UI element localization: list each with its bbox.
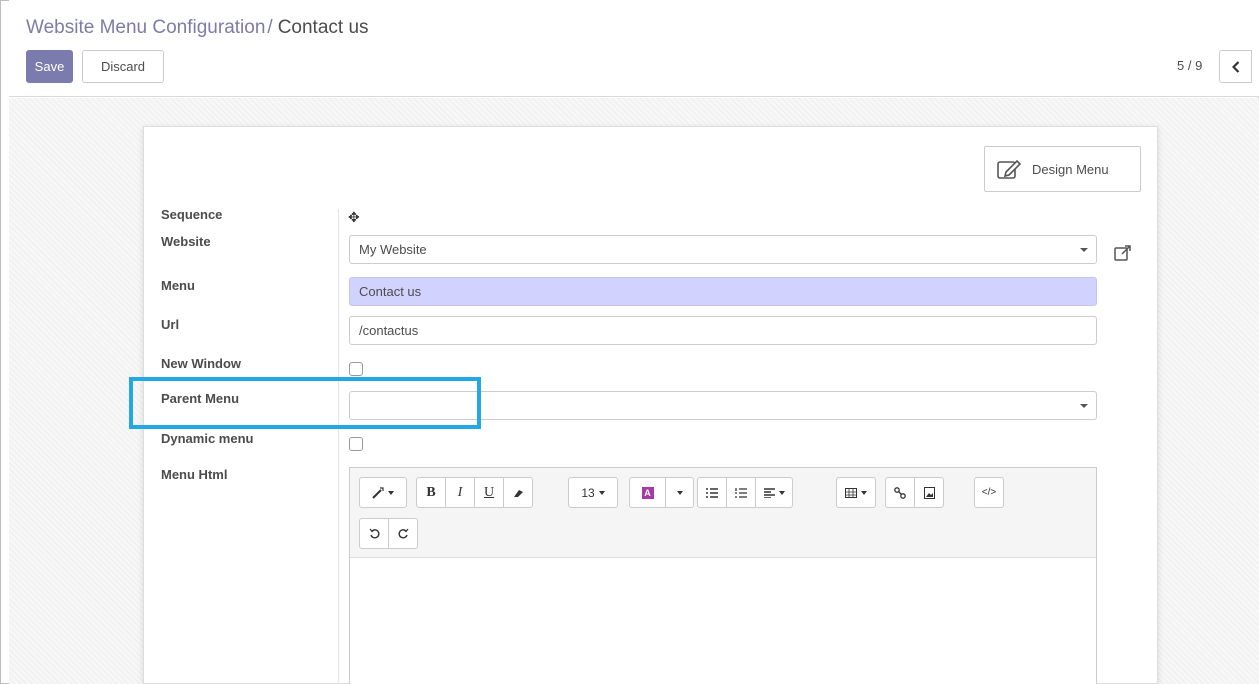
style-dropdown-button[interactable] [359,477,407,508]
image-icon [923,486,935,499]
editor-toolbar: B I U 13 A </> [350,468,1096,558]
pager-value[interactable]: 5 / 9 [1177,58,1202,73]
underline-button[interactable]: U [474,477,504,508]
parent-menu-select[interactable] [349,391,1097,420]
url-input[interactable]: /contactus [349,316,1097,345]
edit-icon [997,159,1022,179]
breadcrumb: Website Menu Configuration / Contact us [26,17,369,39]
editor-content-area[interactable] [350,559,1096,684]
parent-menu-label: Parent Menu [161,391,240,406]
breadcrumb-separator: / [267,17,273,38]
new-window-checkbox[interactable] [349,362,363,376]
eraser-icon [514,489,523,497]
clear-format-button[interactable] [503,477,533,508]
url-label: Url [161,317,180,332]
unordered-list-button[interactable] [697,477,727,508]
list-ol-icon [735,487,747,498]
align-left-icon [763,487,775,498]
new-window-label: New Window [161,356,242,371]
caret-down-icon [1080,248,1088,252]
discard-button[interactable]: Discard [82,50,164,83]
sequence-label: Sequence [161,207,223,222]
magic-wand-icon [372,486,384,499]
redo-button[interactable] [388,518,418,549]
history-group [359,518,418,549]
form-sheet: Design Menu Sequence ✥ Website My Websit… [143,126,1158,684]
menu-label: Menu [161,278,195,293]
color-group: A [629,477,694,508]
html-editor[interactable]: B I U 13 A </> [349,467,1097,684]
caret-down-icon [1080,404,1088,408]
website-select-value: My Website [359,242,427,257]
paragraph-group [697,477,793,508]
code-group: </> [974,477,1004,508]
insert-link-button[interactable] [885,477,915,508]
font-size-value: 13 [581,485,595,500]
insert-image-button[interactable] [914,477,944,508]
control-panel: Website Menu Configuration / Contact us Sa… [9,0,1259,97]
ordered-list-button[interactable] [726,477,756,508]
design-menu-button[interactable]: Design Menu [984,146,1141,192]
redo-icon [397,528,408,539]
font-group: B I U [416,477,533,508]
font-size-dropdown[interactable]: 13 [568,477,618,508]
code-view-button[interactable]: </> [974,477,1004,508]
external-link-icon[interactable] [1114,244,1132,262]
font-color-icon: A [641,486,654,499]
italic-button[interactable]: I [445,477,475,508]
column-divider [338,209,339,684]
table-icon [845,487,857,498]
font-size-group: 13 [568,477,618,508]
style-group [359,477,407,508]
link-icon [894,486,906,499]
website-select[interactable]: My Website [349,235,1097,264]
pager-previous-button[interactable] [1219,50,1252,83]
color-dropdown-button[interactable] [665,477,694,508]
align-dropdown-button[interactable] [755,477,793,508]
text-color-button[interactable]: A [629,477,666,508]
list-ul-icon [706,487,718,498]
website-label: Website [161,234,211,249]
drag-handle-icon[interactable]: ✥ [348,209,360,226]
dynamic-menu-label: Dynamic menu [161,431,254,446]
breadcrumb-parent-link[interactable]: Website Menu Configuration [26,17,265,38]
save-button[interactable]: Save [26,50,73,83]
breadcrumb-current: Contact us [277,17,369,38]
design-menu-label: Design Menu [1032,161,1109,177]
dynamic-menu-checkbox[interactable] [349,437,363,451]
table-dropdown-button[interactable] [836,477,876,508]
undo-icon [369,528,380,539]
code-icon: </> [981,487,997,498]
table-group [836,477,876,508]
menu-html-label: Menu Html [161,467,228,482]
menu-name-input[interactable]: Contact us [349,277,1097,306]
bold-button[interactable]: B [416,477,446,508]
chevron-left-icon [1231,60,1239,73]
undo-button[interactable] [359,518,389,549]
insert-group [885,477,944,508]
